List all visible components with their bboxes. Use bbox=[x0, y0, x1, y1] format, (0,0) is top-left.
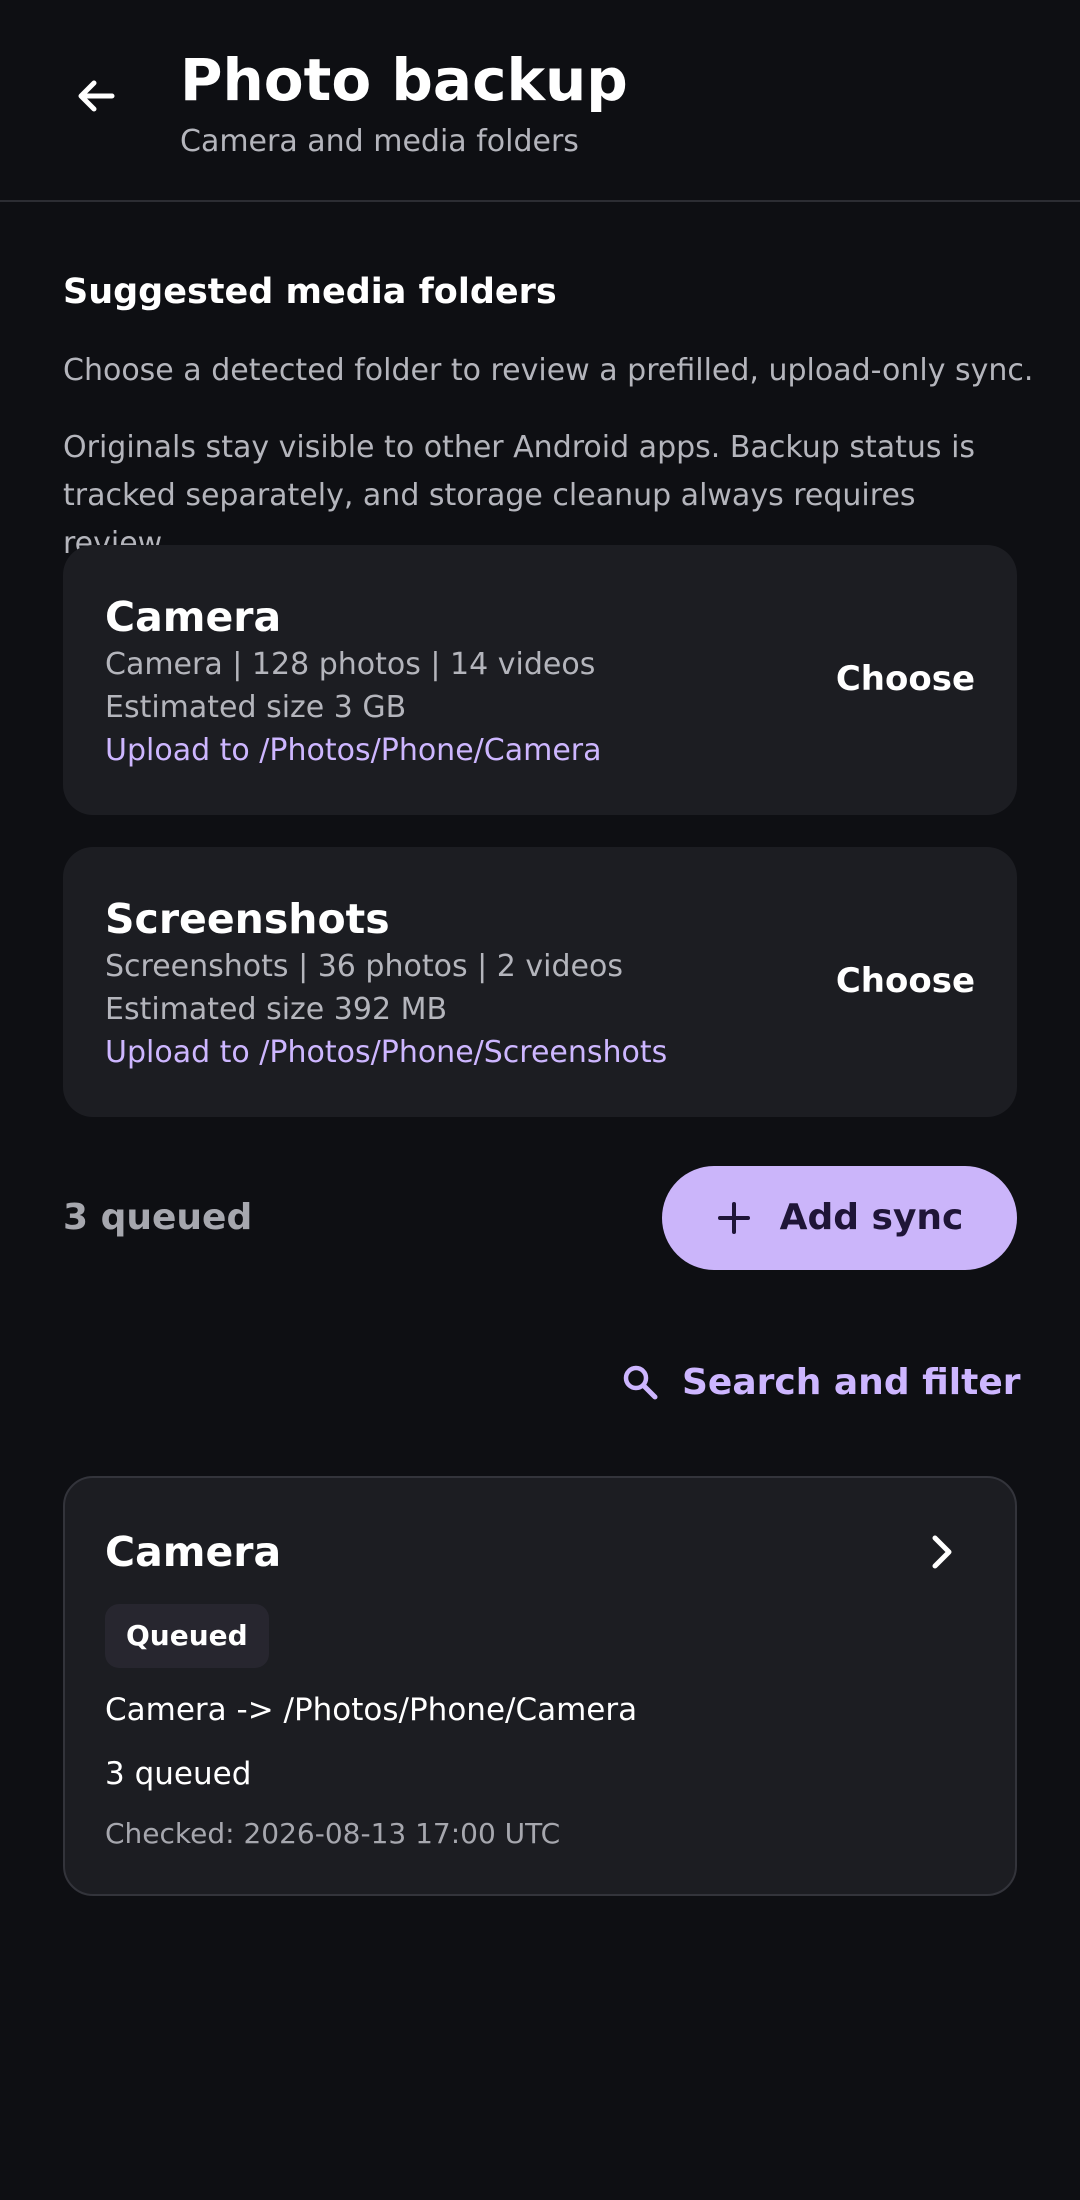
sync-queued-count: 3 queued bbox=[105, 1756, 252, 1792]
sync-name: Camera bbox=[105, 1528, 282, 1576]
folder-destination: Upload to /Photos/Phone/Screenshots bbox=[105, 1035, 668, 1070]
suggested-folders-heading: Suggested media folders bbox=[63, 272, 557, 312]
folder-destination: Upload to /Photos/Phone/Camera bbox=[105, 733, 602, 768]
add-sync-button[interactable]: Add sync bbox=[662, 1166, 1017, 1270]
folder-card-camera: Camera Camera | 128 photos | 14 videos E… bbox=[63, 545, 1017, 815]
sync-route: Camera -> /Photos/Phone/Camera bbox=[105, 1692, 638, 1728]
sync-checked-time: Checked: 2026-08-13 17:00 UTC bbox=[105, 1817, 561, 1850]
search-and-filter-label: Search and filter bbox=[682, 1361, 1021, 1403]
page-title: Photo backup bbox=[180, 46, 628, 114]
choose-screenshots-button[interactable]: Choose bbox=[836, 955, 975, 1007]
top-app-bar: Photo backup Camera and media folders bbox=[0, 0, 1080, 202]
folder-name: Screenshots bbox=[105, 895, 390, 943]
search-icon bbox=[623, 1365, 658, 1400]
queued-summary: 3 queued bbox=[63, 1197, 253, 1238]
chevron-right-icon bbox=[932, 1535, 952, 1569]
arrow-left-icon bbox=[78, 80, 115, 112]
choose-camera-button[interactable]: Choose bbox=[836, 653, 975, 705]
suggested-folders-description: Choose a detected folder to review a pre… bbox=[63, 353, 1034, 388]
folder-size: Estimated size 3 GB bbox=[105, 690, 407, 725]
search-and-filter-button[interactable]: Search and filter bbox=[620, 1350, 1021, 1414]
status-badge: Queued bbox=[105, 1604, 269, 1668]
page-subtitle: Camera and media folders bbox=[180, 124, 579, 159]
sync-card-camera[interactable]: Camera Queued Camera -> /Photos/Phone/Ca… bbox=[63, 1476, 1017, 1896]
back-button[interactable] bbox=[60, 60, 132, 132]
add-sync-label: Add sync bbox=[779, 1197, 964, 1238]
folder-summary: Camera | 128 photos | 14 videos bbox=[105, 647, 596, 682]
folder-card-screenshots: Screenshots Screenshots | 36 photos | 2 … bbox=[63, 847, 1017, 1117]
folder-summary: Screenshots | 36 photos | 2 videos bbox=[105, 949, 623, 984]
folder-name: Camera bbox=[105, 593, 282, 641]
folder-size: Estimated size 392 MB bbox=[105, 992, 448, 1027]
plus-icon bbox=[717, 1202, 750, 1234]
